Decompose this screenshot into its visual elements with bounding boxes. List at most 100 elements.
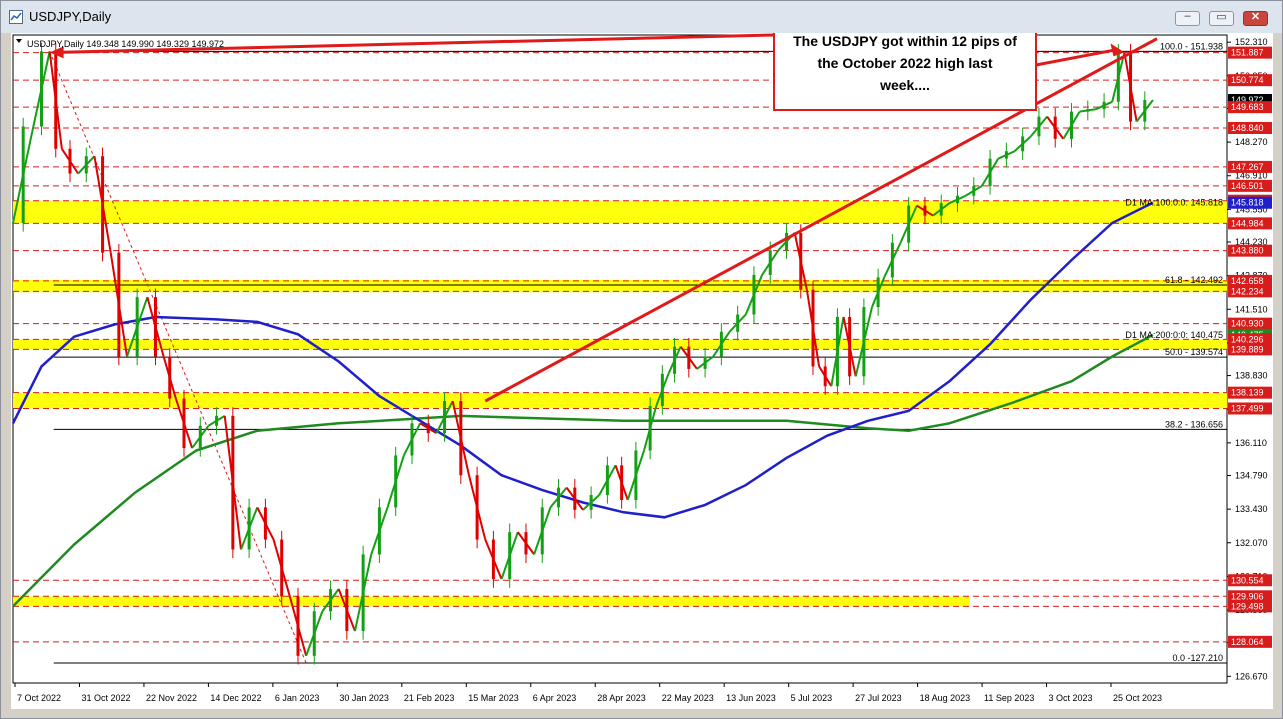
price-candle-body	[1129, 52, 1133, 122]
price-candle-body	[39, 51, 43, 127]
window-title: USDJPY,Daily	[29, 9, 112, 24]
fib-level-label: 50.0 - 139.574	[1165, 347, 1223, 357]
price-candle-body	[361, 554, 365, 632]
price-candle-body	[1053, 116, 1057, 139]
price-tag-label: 142.658	[1231, 276, 1264, 286]
x-tick-label: 14 Dec 2022	[210, 693, 261, 703]
price-tag-label: 149.683	[1231, 102, 1264, 112]
minimize-button[interactable]: –	[1175, 10, 1200, 26]
price-candle-body	[280, 539, 284, 597]
price-candle-body	[687, 346, 691, 369]
price-candle-body	[673, 346, 677, 374]
price-candle-body	[84, 156, 88, 174]
price-candle-body	[736, 314, 740, 332]
ma-label: D1 MA:200:0:0: 140.475	[1125, 330, 1223, 340]
price-candle-body	[1004, 151, 1008, 159]
price-candle-body	[231, 415, 235, 550]
window-titlebar[interactable]: USDJPY,Daily – ▭ ✕	[1, 1, 1282, 33]
price-candle-body	[215, 415, 219, 426]
price-candle-body	[648, 405, 652, 451]
price-candle-body	[410, 423, 414, 456]
price-candle-body	[135, 297, 139, 357]
price-tag-label: 146.501	[1231, 181, 1264, 191]
x-tick-label: 15 Mar 2023	[468, 693, 519, 703]
y-tick-label: 148.270	[1235, 137, 1268, 147]
price-candle-body	[329, 589, 333, 612]
y-tick-label: 133.430	[1235, 504, 1268, 514]
price-candle-body	[475, 475, 479, 540]
price-candle-body	[508, 532, 512, 580]
price-tag-label: 148.840	[1231, 123, 1264, 133]
price-candle-body	[972, 185, 976, 196]
x-tick-label: 11 Sep 2023	[984, 693, 1034, 703]
y-tick-label: 141.510	[1235, 304, 1268, 314]
price-candle-body	[377, 507, 381, 555]
chart-area[interactable]: 100.0 - 151.938 61.8 - 142.492 50.0 - 139.…	[11, 33, 1273, 709]
x-tick-label: 18 Aug 2023	[920, 693, 971, 703]
price-candle-body	[153, 297, 157, 357]
price-candle-body	[811, 289, 815, 367]
price-tag-label: 137.499	[1231, 403, 1264, 413]
chart-window: USDJPY,Daily – ▭ ✕ 100.0 - 151.938 61.8 -…	[0, 0, 1283, 719]
fib-level-label: 0.0 -127.210	[1172, 653, 1223, 663]
price-candle-body	[1143, 99, 1147, 122]
price-candle-body	[876, 277, 880, 308]
x-tick-label: 5 Jul 2023	[791, 693, 833, 703]
support-zone	[13, 339, 1227, 350]
support-zone	[13, 392, 1227, 409]
price-candle-body	[605, 465, 609, 496]
x-tick-label: 6 Jan 2023	[275, 693, 320, 703]
price-tag-label: 139.889	[1231, 344, 1264, 354]
price-candle-body	[459, 401, 463, 476]
price-candle-body	[101, 156, 105, 253]
minimize-icon: –	[1184, 10, 1191, 22]
x-tick-label: 31 Oct 2022	[81, 693, 130, 703]
price-candle-body	[848, 316, 852, 377]
price-candle-body	[939, 203, 943, 216]
ma-label: D1 MA:100:0:0: 145.818	[1125, 198, 1223, 208]
price-candle-body	[345, 589, 349, 632]
y-tick-label: 132.070	[1235, 538, 1268, 548]
price-candle-body	[1102, 101, 1106, 110]
price-tag-label: 129.906	[1231, 591, 1264, 601]
price-candle-body	[719, 331, 723, 357]
annotation-line-2: the October 2022 high last	[817, 55, 992, 71]
price-candle-body	[1021, 136, 1025, 152]
price-candle-body	[620, 465, 624, 500]
restore-icon: ▭	[1216, 11, 1227, 23]
annotation-line-1: The USDJPY got within 12 pips of	[793, 33, 1017, 49]
price-candle-body	[557, 487, 561, 508]
price-candle-body	[703, 356, 707, 369]
price-candle-body	[168, 356, 172, 399]
price-candle-body	[1037, 116, 1041, 137]
x-tick-label: 30 Jan 2023	[339, 693, 389, 703]
x-tick-label: 6 Apr 2023	[533, 693, 577, 703]
price-candle-body	[923, 205, 927, 216]
x-tick-label: 22 Nov 2022	[146, 693, 197, 703]
y-tick-label: 134.790	[1235, 470, 1268, 480]
chart-info-label: USDJPY,Daily 149.348 149.990 149.329 149…	[27, 39, 224, 49]
price-candle-body	[862, 307, 866, 377]
price-candle-body	[573, 487, 577, 510]
x-tick-label: 27 Jul 2023	[855, 693, 902, 703]
y-tick-label: 126.670	[1235, 671, 1268, 681]
price-candle-body	[54, 51, 58, 149]
close-button[interactable]: ✕	[1243, 11, 1268, 26]
annotation-line-3: week....	[879, 77, 930, 93]
price-candle-body	[988, 158, 992, 186]
price-candle-body	[890, 242, 894, 278]
price-candle-body	[660, 373, 664, 406]
price-candle-body	[394, 455, 398, 508]
price-candle-body	[835, 316, 839, 387]
price-candle-body	[907, 205, 911, 243]
x-tick-label: 7 Oct 2022	[17, 693, 61, 703]
price-candle-body	[799, 232, 803, 290]
price-candle-body	[263, 507, 267, 540]
chart-app-icon	[9, 10, 23, 24]
fib-level-label: 38.2 - 136.656	[1165, 419, 1223, 429]
y-tick-label: 136.110	[1235, 438, 1267, 448]
price-candle-body	[21, 126, 25, 223]
maximize-button[interactable]: ▭	[1209, 11, 1234, 26]
price-tag-label: 145.818	[1231, 198, 1264, 208]
price-candle-body	[589, 495, 593, 510]
